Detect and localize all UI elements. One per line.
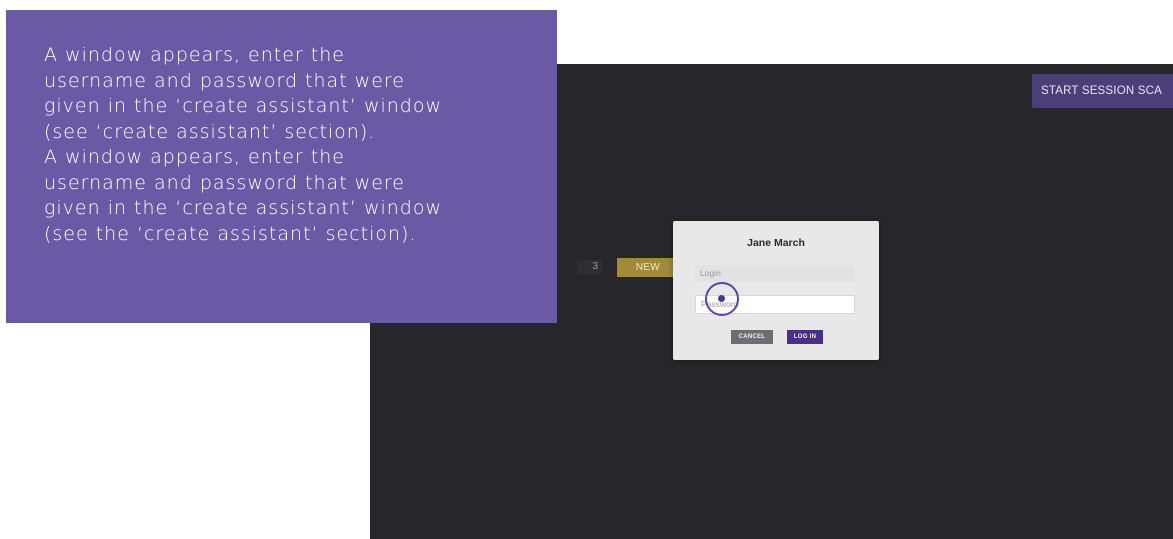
instruction-line: (see ‘create assistant’ section).	[44, 120, 376, 143]
instruction-line: A window appears, enter the	[44, 44, 345, 66]
instruction-line: (see the ‘create assistant’ section).	[44, 222, 417, 245]
click-indicator-icon	[705, 282, 739, 316]
login-field[interactable]: Login	[695, 265, 855, 282]
login-button[interactable]: LOG IN	[787, 330, 823, 344]
background-field[interactable]: 3	[577, 260, 602, 274]
instruction-line: username and password that were	[44, 69, 405, 92]
instruction-panel: A window appears, enter the username and…	[6, 10, 557, 323]
cancel-button[interactable]: CANCEL	[731, 330, 773, 344]
cursor-dot	[718, 295, 725, 302]
instruction-line: given in the ‘create assistant’ window	[44, 95, 443, 117]
login-modal: Jane March Login Password CANCEL LOG IN	[673, 221, 879, 360]
new-button[interactable]: NEW	[617, 258, 679, 277]
instruction-line: A window appears, enter the	[44, 146, 345, 168]
start-session-button[interactable]: START SESSION SCA	[1032, 74, 1173, 108]
instruction-line: username and password that were	[44, 171, 405, 194]
instruction-line: given in the ‘create assistant’ window	[44, 197, 443, 219]
modal-title: Jane March	[747, 237, 805, 249]
